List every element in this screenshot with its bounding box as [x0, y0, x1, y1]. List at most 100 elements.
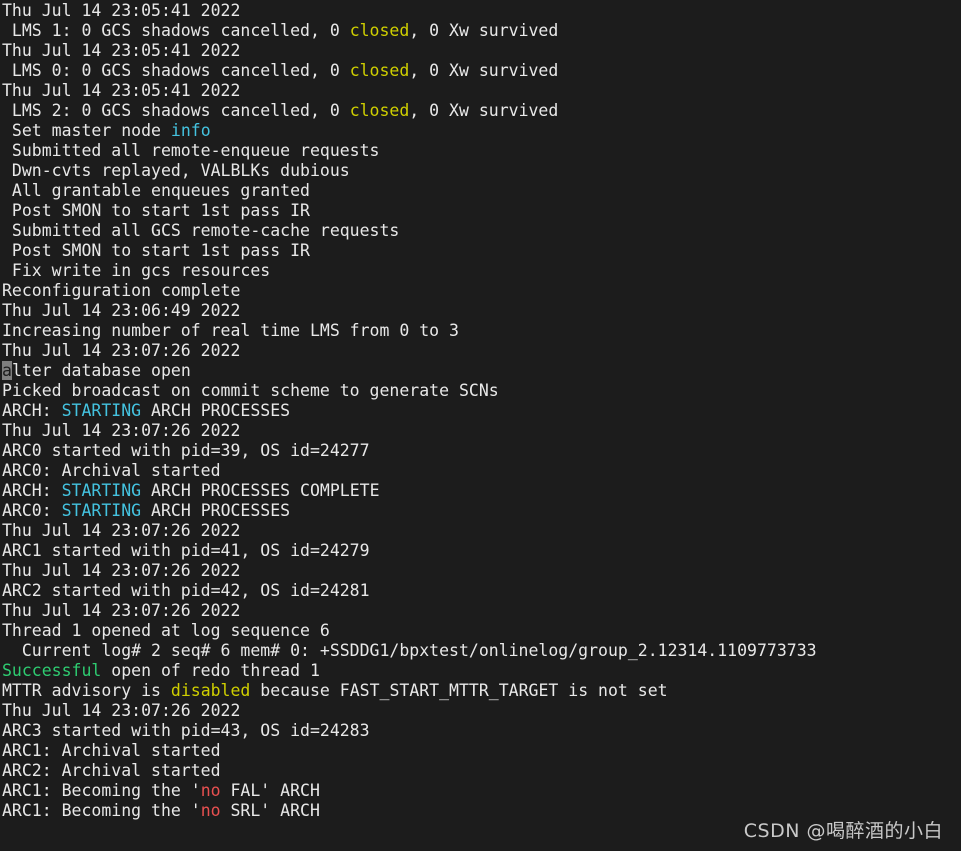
terminal-text-segment: because FAST_START_MTTR_TARGET is not se…	[250, 681, 668, 700]
terminal-line: ARC2: Archival started	[2, 761, 961, 781]
terminal-text-segment: lter database open	[11, 361, 191, 380]
terminal-line: LMS 0: 0 GCS shadows cancelled, 0 closed…	[2, 61, 961, 81]
terminal-text-segment: Thu Jul 14 23:07:26 2022	[2, 601, 241, 620]
terminal-line: Thu Jul 14 23:07:26 2022	[2, 341, 961, 361]
terminal-text-segment: Thu Jul 14 23:07:26 2022	[2, 701, 241, 720]
terminal-text-segment: ARCH PROCESSES	[141, 501, 291, 520]
terminal-text-segment: Thu Jul 14 23:07:26 2022	[2, 561, 241, 580]
terminal-line: ARCH: STARTING ARCH PROCESSES	[2, 401, 961, 421]
terminal-line: Thu Jul 14 23:07:26 2022	[2, 421, 961, 441]
terminal-text-segment: Dwn-cvts replayed, VALBLKs dubious	[2, 161, 350, 180]
terminal-line: Reconfiguration complete	[2, 281, 961, 301]
terminal-text-segment: Thu Jul 14 23:05:41 2022	[2, 81, 241, 100]
terminal-text-segment: Thu Jul 14 23:05:41 2022	[2, 41, 241, 60]
terminal-text-segment: open of redo thread 1	[101, 661, 320, 680]
terminal-line: ARC0: Archival started	[2, 461, 961, 481]
terminal-text-segment: All grantable enqueues granted	[2, 181, 310, 200]
terminal-line: Picked broadcast on commit scheme to gen…	[2, 381, 961, 401]
terminal-line: Thu Jul 14 23:05:41 2022	[2, 81, 961, 101]
terminal-line: MTTR advisory is disabled because FAST_S…	[2, 681, 961, 701]
terminal-text-segment: , 0 Xw survived	[409, 21, 559, 40]
terminal-text-segment: ARC1 started with pid=41, OS id=24279	[2, 541, 370, 560]
terminal-line: Set master node info	[2, 121, 961, 141]
terminal-line: ARC0: STARTING ARCH PROCESSES	[2, 501, 961, 521]
csdn-watermark: CSDN @喝醉酒的小白	[743, 820, 943, 842]
terminal-text-segment: Picked broadcast on commit scheme to gen…	[2, 381, 499, 400]
terminal-line: Successful open of redo thread 1	[2, 661, 961, 681]
terminal-text-segment: Set master node	[2, 121, 171, 140]
terminal-text-segment: no	[200, 801, 221, 820]
terminal-text-segment: Post SMON to start 1st pass IR	[2, 201, 310, 220]
terminal-text-segment: Thu Jul 14 23:06:49 2022	[2, 301, 241, 320]
terminal-line: Dwn-cvts replayed, VALBLKs dubious	[2, 161, 961, 181]
terminal-text-segment: LMS 0: 0 GCS shadows cancelled, 0	[2, 61, 350, 80]
terminal-text-segment: ARCH:	[2, 481, 62, 500]
terminal-line: All grantable enqueues granted	[2, 181, 961, 201]
terminal-text-segment: ARCH PROCESSES COMPLETE	[141, 481, 380, 500]
terminal-text-segment: ARC1: Archival started	[2, 741, 221, 760]
terminal-text-segment: ARCH PROCESSES	[141, 401, 291, 420]
terminal-text-segment: ARC3 started with pid=43, OS id=24283	[2, 721, 370, 740]
terminal-text-segment: ARC2: Archival started	[2, 761, 221, 780]
terminal-window[interactable]: Thu Jul 14 23:05:41 2022 LMS 1: 0 GCS sh…	[0, 0, 961, 851]
text-cursor: a	[2, 361, 12, 380]
terminal-line: Increasing number of real time LMS from …	[2, 321, 961, 341]
terminal-line: ARC2 started with pid=42, OS id=24281	[2, 581, 961, 601]
terminal-log-output: Thu Jul 14 23:05:41 2022 LMS 1: 0 GCS sh…	[0, 0, 961, 821]
terminal-line: Thread 1 opened at log sequence 6	[2, 621, 961, 641]
terminal-text-segment: STARTING	[61, 501, 142, 520]
terminal-line: Submitted all remote-enqueue requests	[2, 141, 961, 161]
terminal-text-segment: ARC2 started with pid=42, OS id=24281	[2, 581, 370, 600]
terminal-line: Thu Jul 14 23:05:41 2022	[2, 41, 961, 61]
terminal-text-segment: MTTR advisory is	[2, 681, 171, 700]
terminal-line: Thu Jul 14 23:07:26 2022	[2, 561, 961, 581]
terminal-line: ARC3 started with pid=43, OS id=24283	[2, 721, 961, 741]
terminal-text-segment: Thu Jul 14 23:07:26 2022	[2, 521, 241, 540]
terminal-text-segment: Successful	[2, 661, 102, 680]
terminal-line: ARC1: Becoming the 'no FAL' ARCH	[2, 781, 961, 801]
terminal-line: Thu Jul 14 23:05:41 2022	[2, 1, 961, 21]
terminal-text-segment: Current log# 2 seq# 6 mem# 0: +SSDDG1/bp…	[2, 641, 817, 660]
terminal-text-segment: no	[200, 781, 221, 800]
terminal-text-segment: info	[170, 121, 211, 140]
terminal-text-segment: closed	[349, 61, 410, 80]
terminal-text-segment: Submitted all remote-enqueue requests	[2, 141, 380, 160]
terminal-text-segment: Fix write in gcs resources	[2, 261, 271, 280]
terminal-text-segment: ARC0:	[2, 501, 62, 520]
terminal-text-segment: ARC1: Becoming the '	[2, 781, 201, 800]
terminal-line: Post SMON to start 1st pass IR	[2, 241, 961, 261]
terminal-text-segment: ARC0 started with pid=39, OS id=24277	[2, 441, 370, 460]
terminal-text-segment: STARTING	[61, 401, 142, 420]
terminal-line: Post SMON to start 1st pass IR	[2, 201, 961, 221]
terminal-line: Fix write in gcs resources	[2, 261, 961, 281]
terminal-text-segment: Thu Jul 14 23:07:26 2022	[2, 341, 241, 360]
terminal-text-segment: Thu Jul 14 23:07:26 2022	[2, 421, 241, 440]
terminal-text-segment: Increasing number of real time LMS from …	[2, 321, 459, 340]
terminal-line: ARCH: STARTING ARCH PROCESSES COMPLETE	[2, 481, 961, 501]
terminal-line: Thu Jul 14 23:07:26 2022	[2, 601, 961, 621]
terminal-text-segment: Thu Jul 14 23:05:41 2022	[2, 1, 241, 20]
terminal-line: Submitted all GCS remote-cache requests	[2, 221, 961, 241]
terminal-text-segment: , 0 Xw survived	[409, 101, 559, 120]
terminal-text-segment: Post SMON to start 1st pass IR	[2, 241, 310, 260]
terminal-line: LMS 2: 0 GCS shadows cancelled, 0 closed…	[2, 101, 961, 121]
terminal-line: ARC1 started with pid=41, OS id=24279	[2, 541, 961, 561]
terminal-line: ARC0 started with pid=39, OS id=24277	[2, 441, 961, 461]
terminal-text-segment: FAL' ARCH	[220, 781, 320, 800]
terminal-text-segment: ARC1: Becoming the '	[2, 801, 201, 820]
terminal-text-segment: ARCH:	[2, 401, 62, 420]
terminal-text-segment: Reconfiguration complete	[2, 281, 241, 300]
terminal-line: LMS 1: 0 GCS shadows cancelled, 0 closed…	[2, 21, 961, 41]
terminal-text-segment: LMS 2: 0 GCS shadows cancelled, 0	[2, 101, 350, 120]
terminal-text-segment: ARC0: Archival started	[2, 461, 221, 480]
terminal-text-segment: closed	[349, 101, 410, 120]
terminal-text-segment: STARTING	[61, 481, 142, 500]
terminal-text-segment: disabled	[170, 681, 251, 700]
terminal-text-segment: LMS 1: 0 GCS shadows cancelled, 0	[2, 21, 350, 40]
terminal-line: Current log# 2 seq# 6 mem# 0: +SSDDG1/bp…	[2, 641, 961, 661]
terminal-text-segment: closed	[349, 21, 410, 40]
terminal-line: alter database open	[2, 361, 961, 381]
terminal-line: Thu Jul 14 23:07:26 2022	[2, 521, 961, 541]
terminal-line: Thu Jul 14 23:06:49 2022	[2, 301, 961, 321]
terminal-text-segment: Thread 1 opened at log sequence 6	[2, 621, 330, 640]
